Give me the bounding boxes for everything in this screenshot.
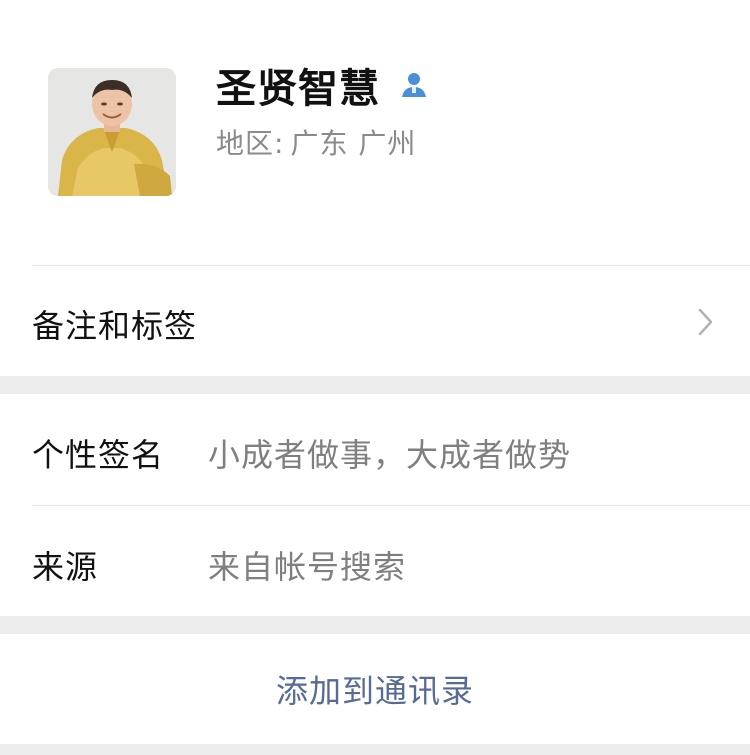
add-to-contacts-label: 添加到通讯录 — [275, 672, 474, 710]
source-value: 来自帐号搜索 — [208, 548, 407, 586]
person-icon — [398, 69, 430, 101]
add-to-contacts-button[interactable]: 添加到通讯录 — [0, 634, 750, 744]
region-label: 地区: — [216, 127, 285, 160]
source-label: 来源 — [32, 548, 99, 586]
remarks-tags-row[interactable]: 备注和标签 — [0, 266, 750, 376]
signature-label: 个性签名 — [32, 436, 165, 474]
name-row: 圣贤智慧 — [216, 58, 430, 112]
profile-name: 圣贤智慧 — [216, 66, 380, 112]
source-row: 来源 来自帐号搜索 — [0, 506, 750, 616]
avatar-photo — [48, 68, 176, 196]
profile-region: 地区: 广东 广州 — [216, 122, 416, 162]
avatar[interactable] — [48, 68, 176, 196]
chevron-right-icon — [696, 306, 716, 338]
remarks-tags-label: 备注和标签 — [32, 307, 198, 345]
signature-value: 小成者做事，大成者做势 — [208, 436, 572, 474]
region-value: 广东 广州 — [290, 127, 417, 160]
profile-header: 圣贤智慧 地区: 广东 广州 — [0, 0, 750, 266]
signature-row: 个性签名 小成者做事，大成者做势 — [0, 394, 750, 506]
